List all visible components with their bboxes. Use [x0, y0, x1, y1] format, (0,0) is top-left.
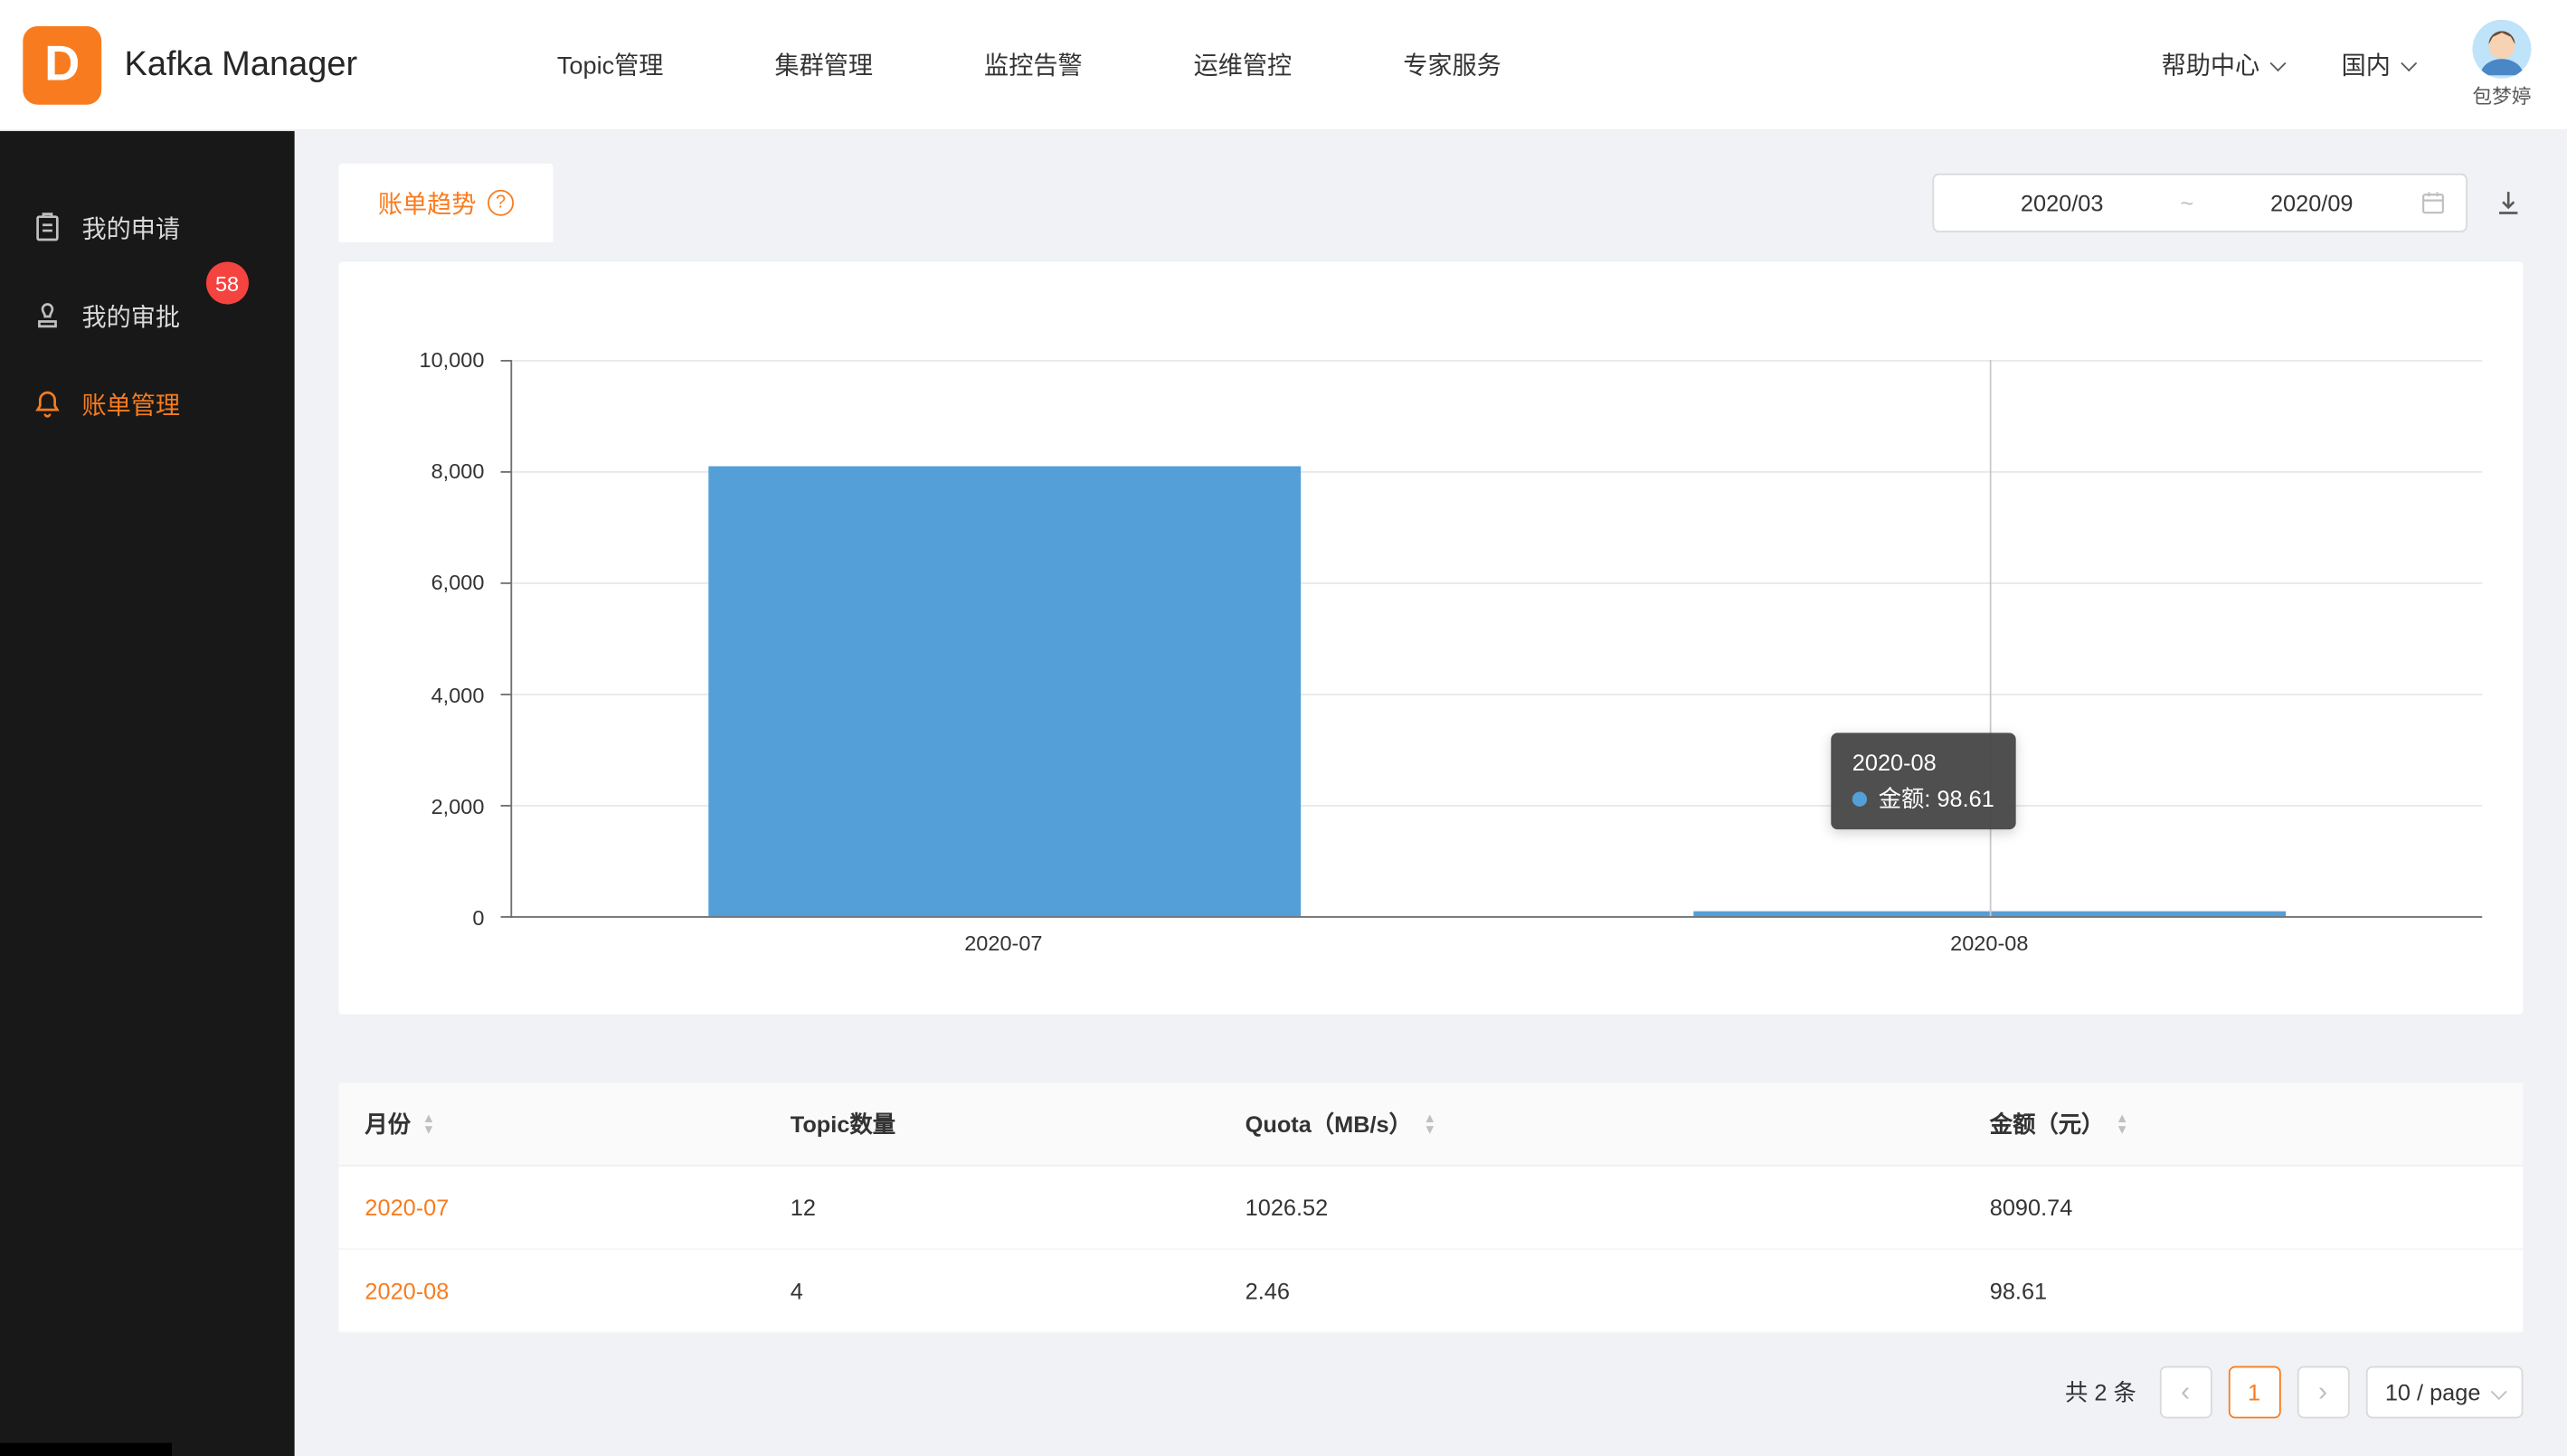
chevron-down-icon [2401, 55, 2417, 71]
sidebar-item-label: 账单管理 [81, 387, 180, 421]
nav-expert-service[interactable]: 专家服务 [1403, 47, 1501, 81]
clipboard-icon [31, 211, 63, 243]
y-axis-tick-label: 8,000 [431, 459, 485, 484]
help-center-label: 帮助中心 [2162, 47, 2260, 81]
cell: 8090.74 [1964, 1167, 2524, 1248]
chart-x-labels: 2020-07 2020-08 [510, 931, 2482, 963]
page-size-value: 10 / page [2385, 1379, 2481, 1405]
sidebar-item-my-applications[interactable]: 我的申请 [0, 184, 295, 272]
sidebar-item-label: 我的申请 [81, 210, 180, 244]
sort-icon[interactable]: ▲▼ [422, 1112, 435, 1135]
sidebar-item-label: 我的审批 [81, 298, 180, 333]
billing-table: 月份▲▼Topic数量Quota（MB/s）▲▼金额（元）▲▼ 2020-07 1… [338, 1083, 2523, 1334]
cell: 2.46 [1219, 1250, 1964, 1331]
chart-tooltip: 2020-08 金额: 98.61 [1831, 733, 2015, 829]
tooltip-value-row: 金额: 98.61 [1852, 781, 1994, 817]
billing-table-body: 2020-07 121026.528090.74 2020-08 42.4698.61 [338, 1167, 2523, 1334]
app-logo-icon[interactable]: D [23, 25, 101, 104]
page-size-select[interactable]: 10 / page [2365, 1366, 2523, 1419]
y-axis-tick-label: 4,000 [431, 683, 485, 707]
y-axis-tick-label: 0 [472, 905, 484, 930]
y-axis-tick-label: 6,000 [431, 571, 485, 595]
month-link[interactable]: 2020-07 [365, 1195, 449, 1221]
app-title: Kafka Manager [124, 45, 357, 84]
app-header: D Kafka Manager Topic管理 集群管理 监控告警 运维管控 专… [0, 0, 2567, 131]
y-axis-tick-label: 10,000 [420, 347, 485, 372]
calendar-icon [2420, 190, 2447, 216]
help-icon[interactable]: ? [488, 190, 514, 216]
stamp-icon [31, 299, 63, 332]
tooltip-title: 2020-08 [1852, 746, 1994, 781]
pagination: 共 2 条 ‹ 1 › 10 / page [338, 1366, 2523, 1419]
cell: 12 [764, 1167, 1219, 1248]
page-number-button[interactable]: 1 [2228, 1366, 2280, 1419]
next-page-button[interactable]: › [2297, 1366, 2349, 1419]
table-row: 2020-08 42.4698.61 [338, 1250, 2523, 1333]
main-nav: Topic管理 集群管理 监控告警 运维管控 专家服务 [557, 47, 1501, 81]
month-link[interactable]: 2020-08 [365, 1278, 449, 1304]
chart-bar[interactable] [709, 466, 1300, 916]
sort-icon[interactable]: ▲▼ [1424, 1112, 1436, 1135]
avatar [2472, 20, 2531, 79]
nav-monitor-alert[interactable]: 监控告警 [984, 47, 1083, 81]
user-menu[interactable]: 包梦婷 [2472, 20, 2531, 109]
cell-month: 2020-08 [338, 1250, 763, 1331]
nav-topic-management[interactable]: Topic管理 [557, 47, 664, 81]
date-range-picker[interactable]: 2020/03 ~ 2020/09 [1932, 174, 2468, 232]
cell-month: 2020-07 [338, 1167, 763, 1248]
table-row: 2020-07 121026.528090.74 [338, 1167, 2523, 1250]
pagination-total: 共 2 条 [2065, 1376, 2136, 1408]
column-header-topic-count: Topic数量 [764, 1083, 1219, 1165]
nav-cluster-management[interactable]: 集群管理 [774, 47, 873, 81]
cell: 1026.52 [1219, 1167, 1964, 1248]
region-selector[interactable]: 国内 [2342, 47, 2414, 81]
date-end-value[interactable]: 2020/09 [2203, 190, 2420, 216]
region-label: 国内 [2342, 47, 2391, 81]
chart-plot: 2020-08 金额: 98.61 [510, 360, 2482, 918]
prev-page-button[interactable]: ‹ [2159, 1366, 2212, 1419]
help-center-menu[interactable]: 帮助中心 [2162, 47, 2283, 81]
column-header-amount[interactable]: 金额（元）▲▼ [1964, 1083, 2524, 1165]
chart-crosshair-line [1990, 360, 1992, 916]
tooltip-value: 金额: 98.61 [1879, 785, 1994, 811]
sort-icon[interactable]: ▲▼ [2116, 1112, 2128, 1135]
sidebar-item-billing-management[interactable]: 账单管理 [0, 360, 295, 449]
chart-y-labels: 10,0008,0006,0004,0002,0000 [338, 360, 497, 918]
column-header-quota[interactable]: Quota（MB/s）▲▼ [1219, 1083, 1964, 1165]
billing-icon [31, 388, 63, 421]
approvals-count-badge: 58 [205, 261, 249, 304]
sidebar-bottom-strip [0, 1443, 172, 1456]
cell: 4 [764, 1250, 1219, 1331]
nav-ops-control[interactable]: 运维管控 [1194, 47, 1293, 81]
user-name: 包梦婷 [2472, 81, 2531, 109]
chevron-down-icon [2269, 55, 2286, 71]
tab-billing-trend[interactable]: 账单趋势 ? [338, 164, 553, 242]
header-right: 帮助中心 国内 包梦婷 [2162, 20, 2532, 109]
main-content: 账单趋势 ? 2020/03 ~ 2020/09 [295, 131, 2567, 1456]
billing-table-header: 月份▲▼Topic数量Quota（MB/s）▲▼金额（元）▲▼ [338, 1083, 2523, 1167]
series-dot-icon [1852, 791, 1867, 806]
x-axis-tick-label: 2020-07 [964, 931, 1042, 955]
date-range-separator: ~ [2170, 190, 2203, 216]
tab-label: 账单趋势 [378, 185, 477, 220]
chart-card: 10,000 8,000 6,000 4,000 2,000 0 2020-08 金额: … [338, 261, 2523, 1014]
cell: 98.61 [1964, 1250, 2524, 1331]
toolbar: 账单趋势 ? 2020/03 ~ 2020/09 [338, 164, 2523, 242]
y-axis-tick-label: 2,000 [431, 794, 485, 818]
x-axis-tick-label: 2020-08 [1950, 931, 2028, 955]
column-header-month[interactable]: 月份▲▼ [338, 1083, 763, 1165]
page: D Kafka Manager Topic管理 集群管理 监控告警 运维管控 专… [0, 0, 2567, 1456]
download-icon[interactable] [2494, 188, 2524, 218]
chevron-down-icon [2491, 1383, 2507, 1399]
sidebar-item-my-approvals[interactable]: 我的审批 58 [0, 271, 295, 360]
date-start-value[interactable]: 2020/03 [1954, 190, 2171, 216]
sidebar: 我的申请 我的审批 58 账单管理 [0, 131, 295, 1456]
